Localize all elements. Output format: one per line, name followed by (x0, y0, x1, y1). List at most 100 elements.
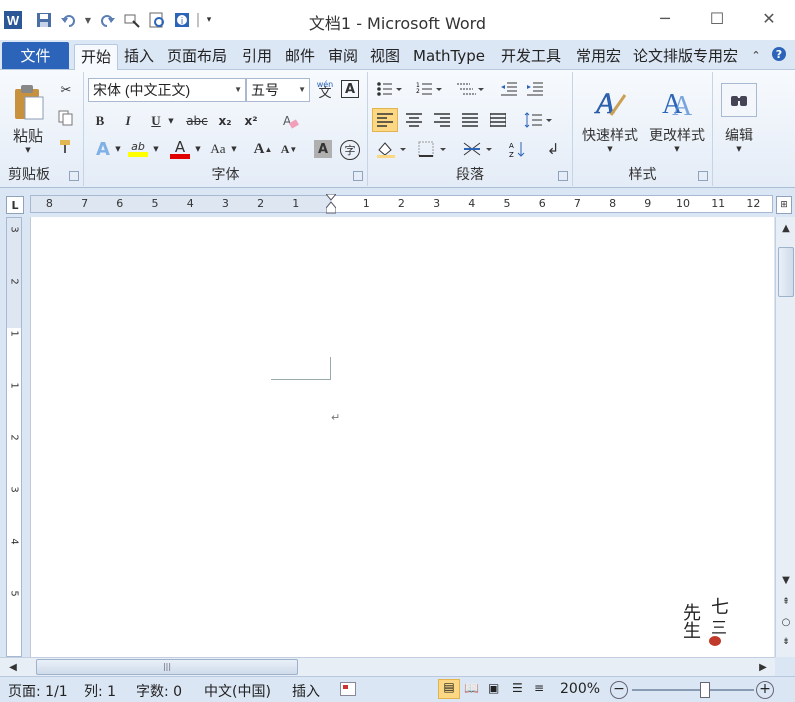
chinese-layout-icon[interactable] (460, 138, 494, 160)
view-outline-icon[interactable]: ☰ (512, 681, 523, 695)
close-icon[interactable]: ✕ (743, 0, 795, 36)
tab-review[interactable]: 审阅 (322, 44, 364, 70)
horizontal-ruler[interactable]: 8 7 6 5 4 3 2 1 1 2 3 4 5 6 7 8 9 10 11 12 (30, 193, 773, 214)
status-mode[interactable]: 插入 (292, 681, 320, 701)
quick-styles-button[interactable]: A 快速样式 ▼ (579, 78, 641, 160)
status-column[interactable]: 列: 1 (84, 681, 116, 701)
char-shading-button[interactable]: A (314, 140, 332, 158)
cut-icon[interactable]: ✂ (56, 80, 76, 100)
copy-icon[interactable] (56, 108, 76, 128)
align-center-button[interactable] (402, 108, 426, 132)
status-words[interactable]: 字数: 0 (136, 681, 182, 701)
minimize-icon[interactable]: ─ (639, 0, 691, 36)
grow-font-button[interactable]: A ▲ (252, 138, 274, 160)
scroll-down-icon[interactable]: ▼ (778, 573, 794, 587)
minimize-ribbon-icon[interactable]: ⌃ (748, 46, 764, 64)
zoom-slider-thumb[interactable] (700, 682, 710, 698)
paste-button[interactable]: 粘贴 ▼ (6, 76, 50, 160)
zoom-level[interactable]: 200% (560, 681, 600, 697)
view-print-layout-icon[interactable]: ▤ (438, 679, 460, 699)
font-launcher-icon[interactable] (353, 171, 363, 181)
paragraph-launcher-icon[interactable] (558, 171, 568, 181)
editing-button[interactable]: 编辑 ▼ (719, 76, 759, 160)
styles-launcher-icon[interactable] (698, 171, 708, 181)
clipboard-launcher-icon[interactable] (69, 171, 79, 181)
align-left-button[interactable] (372, 108, 398, 132)
macro-record-icon[interactable] (340, 682, 356, 696)
view-reading-icon[interactable]: 📖 (464, 681, 479, 695)
prev-page-icon[interactable]: ⇞ (778, 595, 794, 609)
tab-selector-icon[interactable]: L (6, 196, 24, 214)
shrink-font-button[interactable]: A ▼ (278, 138, 300, 160)
highlight-dropdown-icon[interactable]: ▼ (152, 142, 160, 156)
browse-object-icon[interactable]: ○ (778, 615, 794, 629)
tab-home[interactable]: 开始 (74, 44, 119, 70)
zoom-slider[interactable] (632, 689, 754, 691)
justify-button[interactable] (458, 108, 482, 132)
pinyin-guide-icon[interactable]: wén 文 (314, 78, 336, 100)
view-web-icon[interactable]: ▣ (488, 681, 499, 695)
highlight-button[interactable]: ab (126, 138, 150, 160)
underline-dropdown-icon[interactable]: ▼ (166, 112, 176, 130)
scroll-right-icon[interactable]: ▶ (756, 660, 770, 674)
show-marks-icon[interactable]: ↲ (542, 138, 564, 160)
scroll-left-icon[interactable]: ◀ (6, 660, 20, 674)
horizontal-scroll-thumb[interactable]: ||| (36, 659, 298, 675)
superscript-button[interactable]: x² (240, 110, 262, 132)
multilevel-list-icon[interactable] (454, 78, 486, 100)
strikethrough-button[interactable]: abc (184, 110, 210, 132)
italic-button[interactable]: I (118, 110, 138, 132)
change-case-dropdown-icon[interactable]: ▼ (230, 142, 238, 156)
view-ruler-icon[interactable]: ⊞ (776, 196, 792, 214)
change-styles-button[interactable]: AA 更改样式 ▼ (645, 78, 709, 160)
document-page[interactable]: ↵ 七三先生 (30, 217, 774, 657)
subscript-button[interactable]: x₂ (214, 110, 236, 132)
paste-dropdown-icon[interactable]: ▼ (25, 146, 30, 154)
char-border-icon[interactable]: A (341, 80, 359, 98)
tab-developer[interactable]: 开发工具 (495, 44, 567, 70)
borders-icon[interactable] (416, 138, 448, 160)
distributed-button[interactable] (486, 108, 510, 132)
font-color-button[interactable]: A (168, 138, 192, 160)
text-effect-button[interactable]: A (92, 138, 114, 160)
format-painter-brush-icon[interactable] (56, 136, 76, 156)
bold-button[interactable]: B (90, 110, 110, 132)
clear-formatting-icon[interactable]: A (278, 110, 302, 132)
ribbon-help-icon[interactable]: ? (770, 45, 788, 63)
bullets-icon[interactable] (374, 78, 404, 100)
tab-references[interactable]: 引用 (236, 44, 278, 70)
horizontal-scrollbar[interactable]: ◀ ||| ▶ (0, 657, 775, 676)
tab-view[interactable]: 视图 (364, 44, 406, 70)
text-effect-dropdown-icon[interactable]: ▼ (114, 142, 122, 156)
view-draft-icon[interactable]: ≡ (534, 681, 544, 695)
decrease-indent-icon[interactable] (498, 78, 520, 100)
align-right-button[interactable] (430, 108, 454, 132)
zoom-in-icon[interactable]: + (756, 681, 774, 699)
tab-page-layout[interactable]: 页面布局 (161, 44, 233, 70)
zoom-out-icon[interactable]: − (610, 681, 628, 699)
tab-file[interactable]: 文件 (2, 42, 69, 69)
tab-insert[interactable]: 插入 (118, 44, 160, 70)
vertical-ruler[interactable]: 3 2 1 1 2 3 4 5 (6, 217, 22, 657)
maximize-icon[interactable]: ☐ (691, 0, 743, 36)
line-spacing-icon[interactable] (522, 108, 554, 132)
underline-button[interactable]: U (146, 110, 166, 132)
vertical-scrollbar[interactable]: ▲ ▼ ⇞ ○ ⇟ (775, 217, 795, 657)
enclose-char-button[interactable]: 字 (340, 140, 360, 160)
status-page[interactable]: 页面: 1/1 (8, 681, 68, 701)
tab-common-macros[interactable]: 常用宏 (570, 44, 627, 70)
font-size-combo[interactable]: 五号 ▼ (246, 78, 310, 102)
change-case-button[interactable]: Aa (206, 138, 230, 160)
tab-mathtype[interactable]: MathType (407, 44, 491, 70)
status-language[interactable]: 中文(中国) (204, 681, 271, 701)
sort-icon[interactable]: AZ (506, 138, 528, 160)
next-page-icon[interactable]: ⇟ (778, 635, 794, 649)
font-size-dropdown-icon[interactable]: ▼ (298, 79, 306, 101)
indent-marker-icon[interactable] (324, 193, 338, 214)
font-name-combo[interactable]: 宋体 (中文正文) ▼ (88, 78, 246, 102)
increase-indent-icon[interactable] (524, 78, 546, 100)
scroll-up-icon[interactable]: ▲ (778, 221, 794, 235)
vertical-scroll-thumb[interactable] (778, 247, 794, 297)
numbering-icon[interactable]: 12 (414, 78, 444, 100)
tab-thesis-macros[interactable]: 论文排版专用宏 (627, 44, 744, 70)
